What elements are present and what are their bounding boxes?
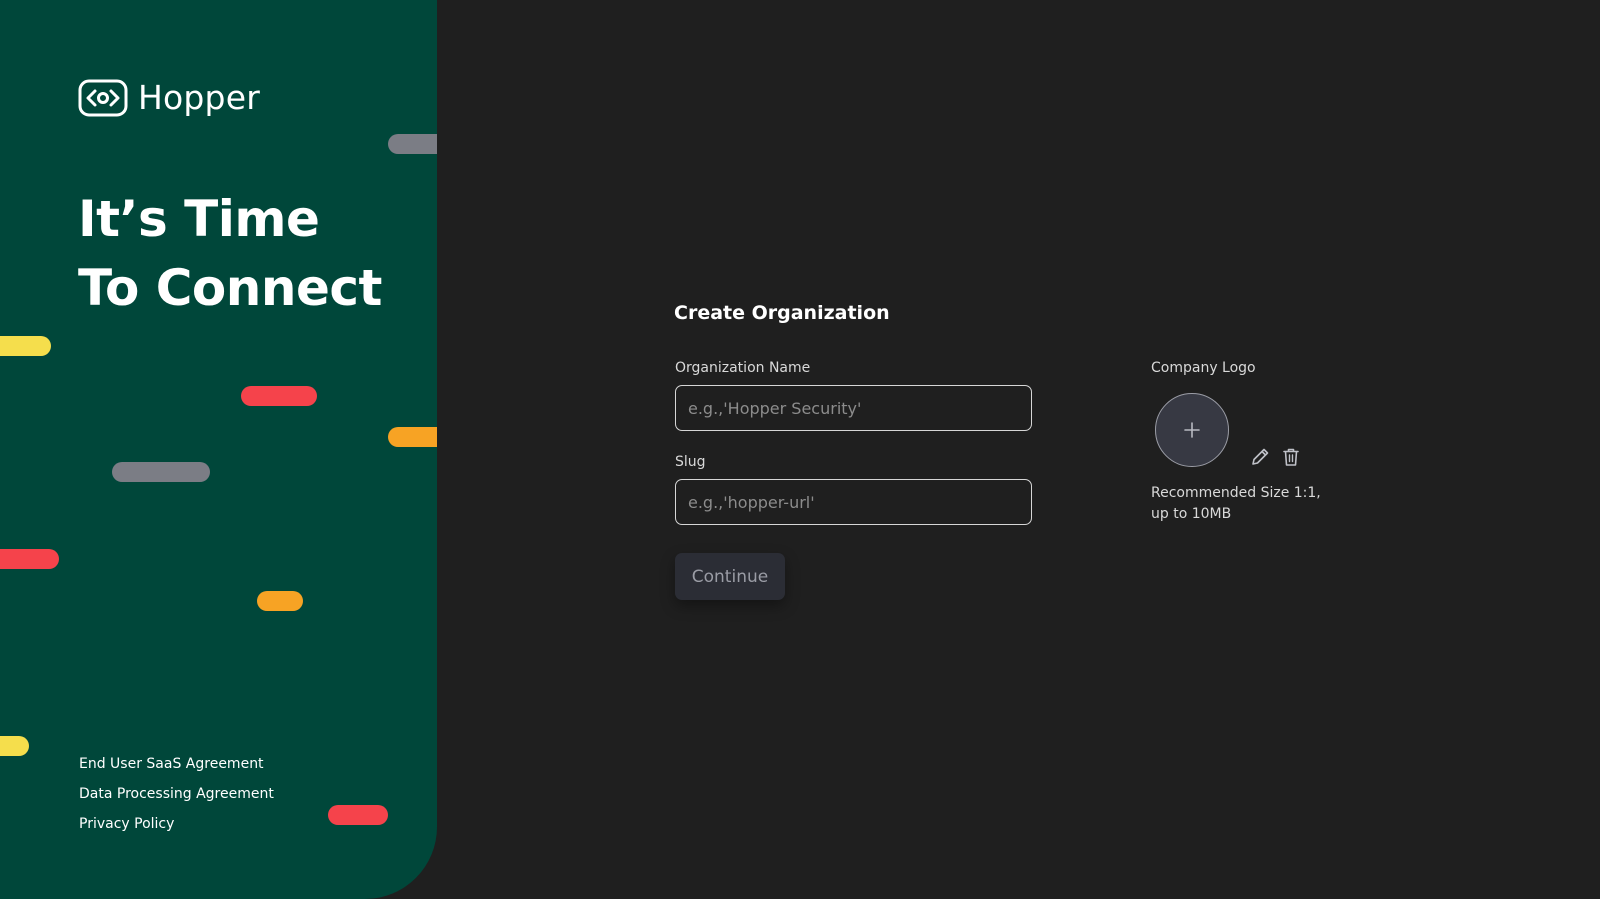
hopper-logo-icon — [78, 79, 128, 116]
company-logo-label: Company Logo — [1151, 360, 1256, 376]
decor-pill-red — [328, 805, 388, 825]
decor-pill-orange — [388, 427, 437, 447]
privacy-policy-link[interactable]: Privacy Policy — [79, 814, 274, 834]
decor-pill-gray — [388, 134, 437, 154]
decor-pill-yellow — [0, 336, 51, 356]
slug-label: Slug — [675, 454, 706, 470]
org-name-label: Organization Name — [675, 360, 811, 376]
brand-logo: Hopper — [78, 78, 260, 117]
legal-links: End User SaaS Agreement Data Processing … — [79, 754, 274, 834]
hero-line-2: To Connect — [78, 259, 382, 317]
decor-pill-red — [0, 549, 59, 569]
decor-pill-yellow — [0, 736, 29, 756]
logo-upload-button[interactable] — [1155, 393, 1229, 467]
form-title: Create Organization — [674, 302, 890, 324]
org-name-input[interactable] — [675, 385, 1032, 431]
decor-pill-gray — [112, 462, 210, 482]
logo-size-hint: Recommended Size 1:1, up to 10MB — [1151, 485, 1321, 522]
hero-headline: It’s Time To Connect — [78, 185, 428, 323]
slug-input[interactable] — [675, 479, 1032, 525]
brand-name: Hopper — [138, 78, 260, 117]
hero-line-1: It’s Time — [78, 190, 320, 248]
decor-pill-orange — [257, 591, 303, 611]
create-organization-page: Hopper It’s Time To Connect End User Saa… — [0, 0, 1600, 899]
pencil-icon — [1252, 448, 1269, 465]
saas-agreement-link[interactable]: End User SaaS Agreement — [79, 754, 274, 774]
trash-icon — [1283, 448, 1299, 466]
data-processing-agreement-link[interactable]: Data Processing Agreement — [79, 784, 274, 804]
continue-button[interactable]: Continue — [675, 553, 785, 600]
edit-logo-button[interactable] — [1248, 445, 1272, 469]
decor-pill-red — [241, 386, 317, 406]
brand-panel: Hopper It’s Time To Connect End User Saa… — [0, 0, 437, 899]
delete-logo-button[interactable] — [1279, 445, 1303, 469]
plus-icon — [1184, 422, 1200, 438]
